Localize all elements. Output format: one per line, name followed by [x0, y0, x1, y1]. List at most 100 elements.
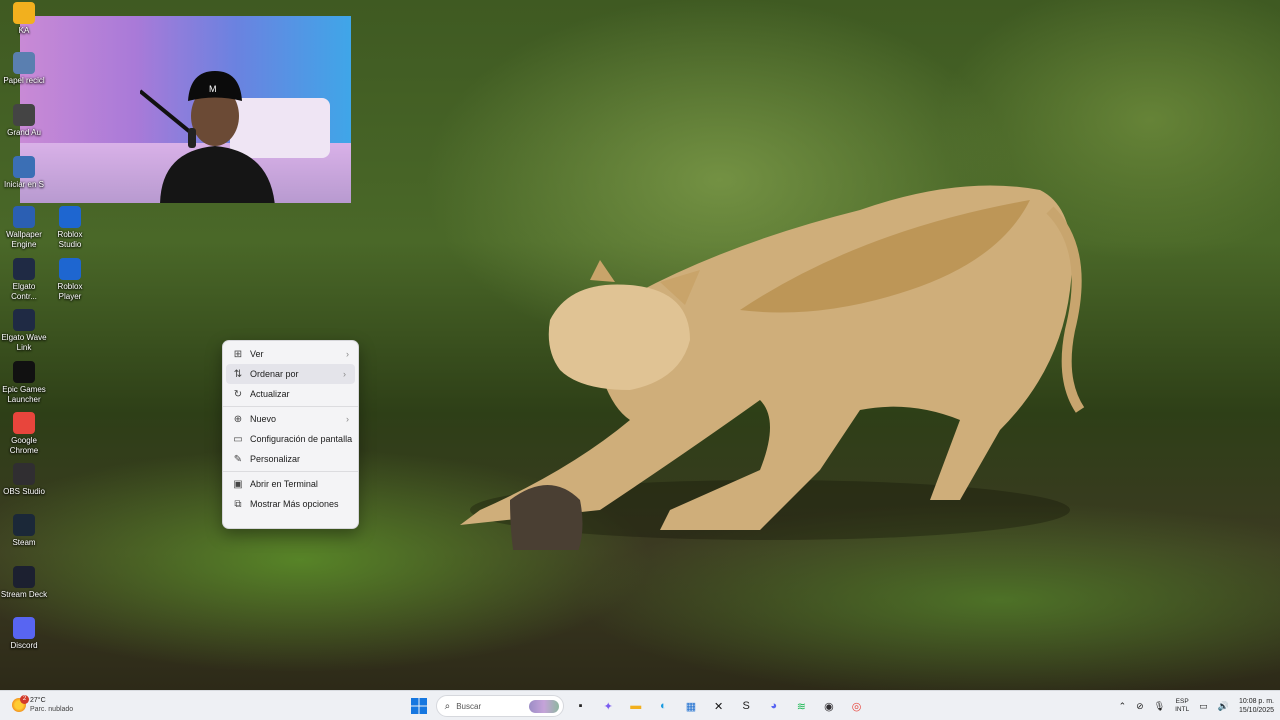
- desktop-icon[interactable]: Steam: [0, 514, 48, 548]
- steam-icon: [13, 514, 35, 536]
- menu-item[interactable]: ▭ Configuración de pantalla: [223, 429, 358, 449]
- taskbar-clock[interactable]: 10:08 p. m. 15/10/2025: [1239, 697, 1274, 715]
- language-indicator[interactable]: ESP INTL: [1175, 698, 1189, 714]
- file-explorer-icon[interactable]: ▬: [625, 695, 647, 717]
- desktop-icon-label: Steam: [12, 538, 36, 547]
- desktop-icon[interactable]: Discord: [0, 617, 48, 651]
- desktop-icon[interactable]: Google Chrome: [0, 412, 48, 456]
- taskbar-apps: ⌕ Buscar ▪ ✦ ▬ ◐ ▦ ✕ S ◕ ≋ ◉ ◎: [408, 695, 873, 717]
- weather-widget[interactable]: 2 27°C Parc. nublado: [12, 695, 74, 714]
- desktop-icon[interactable]: Iniciar en S: [0, 156, 48, 190]
- sort-icon: ⇅: [233, 368, 243, 380]
- task-view-icon[interactable]: ▪: [570, 695, 592, 717]
- discord-icon[interactable]: ◕: [763, 695, 785, 717]
- menu-item-label: Actualizar: [250, 389, 290, 399]
- weather-sun-icon: 2: [12, 695, 29, 712]
- menu-item-label: Ordenar por: [250, 369, 299, 379]
- menu-item[interactable]: ▣ Abrir en Terminal: [223, 474, 358, 494]
- desktop-icon-label: Grand Au: [7, 128, 41, 137]
- search-highlight-icon: [528, 700, 559, 713]
- edge-icon[interactable]: ◐: [652, 695, 674, 717]
- search-icon: ⌕: [444, 700, 451, 712]
- desktop-icon[interactable]: Elgato Contr...: [0, 258, 48, 302]
- volume-icon[interactable]: 🔊: [1218, 701, 1229, 712]
- chevron-right-icon: ›: [343, 369, 346, 379]
- desktop-icon[interactable]: Papel recicl: [0, 52, 48, 86]
- start-button[interactable]: [408, 695, 430, 717]
- desktop-icon-label: Epic Games Launcher: [2, 385, 46, 404]
- taskbar: 2 27°C Parc. nublado ⌕ Buscar ▪ ✦ ▬ ◐ ▦ ✕ S ◕ ≋ ◉…: [0, 690, 1280, 720]
- menu-item[interactable]: ⧉ Mostrar Más opciones: [223, 494, 358, 514]
- menu-item[interactable]: ↻ Actualizar: [223, 384, 358, 404]
- menu-separator: [223, 471, 358, 472]
- menu-item-label: Mostrar Más opciones: [250, 499, 339, 509]
- desktop-icon-label: Elgato Wave Link: [1, 333, 47, 352]
- desktop-icon[interactable]: Roblox Studio: [46, 206, 94, 250]
- menu-item[interactable]: ⊞ Ver ›: [223, 344, 358, 364]
- chevron-right-icon: ›: [346, 349, 349, 359]
- chrome-icon: [13, 412, 35, 434]
- desktop-icon-label: Discord: [10, 641, 38, 650]
- chrome-icon[interactable]: ◎: [846, 695, 868, 717]
- desktop-icon-label: OBS Studio: [3, 487, 45, 496]
- personalize-icon: ✎: [233, 453, 243, 465]
- menu-item[interactable]: ✎ Personalizar: [223, 449, 358, 469]
- network-off-icon[interactable]: ⊘: [1136, 701, 1144, 712]
- display-settings-icon: ▭: [233, 433, 243, 445]
- terminal-icon: ▣: [233, 478, 243, 490]
- weather-temp: 27°C: [30, 697, 46, 704]
- app-s-icon[interactable]: S: [735, 695, 757, 717]
- store-icon[interactable]: ▦: [680, 695, 702, 717]
- menu-item[interactable]: ⊕ Nuevo ›: [223, 409, 358, 429]
- menu-item-label: Personalizar: [250, 454, 301, 464]
- desktop-icon[interactable]: Elgato Wave Link: [0, 309, 48, 353]
- clock-date: 15/10/2025: [1238, 707, 1274, 714]
- spotify-icon[interactable]: ≋: [790, 695, 812, 717]
- desktop-icon[interactable]: Grand Au: [0, 104, 48, 138]
- webcam-overlay: M: [20, 16, 351, 203]
- weather-condition: Parc. nublado: [30, 706, 74, 713]
- menu-item-label: Ver: [250, 349, 264, 359]
- microphone-icon[interactable]: 🎙: [1154, 701, 1165, 712]
- taskbar-search[interactable]: ⌕ Buscar: [435, 695, 564, 717]
- search-placeholder: Buscar: [456, 701, 482, 711]
- new-icon: ⊕: [233, 413, 243, 425]
- desktop-icon[interactable]: Roblox Player: [46, 258, 94, 302]
- weather-badge: 2: [20, 695, 29, 704]
- desktop-icon-label: Elgato Contr...: [11, 282, 37, 301]
- desktop-icon-label: Wallpaper Engine: [6, 230, 42, 249]
- more-options-icon: ⧉: [234, 498, 242, 510]
- capcut-icon[interactable]: ✕: [708, 695, 730, 717]
- system-tray: ⌃ ⊘ 🎙 ESP INTL ▭ 🔊 10:08 p. m. 15/10/202…: [1109, 695, 1274, 717]
- desktop-icon[interactable]: KA: [0, 2, 48, 36]
- desktop-icon[interactable]: Wallpaper Engine: [0, 206, 48, 250]
- obs-icon[interactable]: ◉: [818, 695, 840, 717]
- wallpaper-engine-icon: [13, 206, 35, 228]
- folder-icon: [13, 2, 35, 24]
- chevron-right-icon: ›: [346, 414, 349, 424]
- copilot-icon[interactable]: ✦: [597, 695, 619, 717]
- desktop-icon-label: Papel recicl: [3, 76, 45, 85]
- grand-theft-auto-icon: [13, 104, 35, 126]
- obs-icon: [13, 463, 35, 485]
- roblox-player-icon: [59, 258, 81, 280]
- desktop-icon-label: Google Chrome: [9, 436, 39, 455]
- recycle-bin-icon: [13, 52, 35, 74]
- desktop-icon[interactable]: OBS Studio: [0, 463, 48, 497]
- desktop-icon[interactable]: Stream Deck: [0, 566, 48, 600]
- language-top: ESP: [1175, 698, 1189, 705]
- menu-separator: [223, 406, 358, 407]
- desktop-icon-label: Roblox Studio: [57, 230, 83, 249]
- epic-games-icon: [13, 361, 35, 383]
- desktop-icon[interactable]: Epic Games Launcher: [0, 361, 48, 405]
- windows-logo-icon: [411, 698, 427, 714]
- clock-time: 10:08 p. m.: [1238, 698, 1274, 705]
- refresh-icon: ↻: [233, 388, 243, 400]
- menu-item[interactable]: ⇅ Ordenar por ›: [226, 364, 355, 384]
- menu-item-label: Configuración de pantalla: [250, 434, 353, 444]
- discord-icon: [13, 617, 35, 639]
- grid-view-icon: ⊞: [233, 348, 243, 360]
- show-hidden-icons-icon[interactable]: ⌃: [1119, 701, 1127, 712]
- display-icon[interactable]: ▭: [1199, 701, 1208, 712]
- desktop-icon-label: Roblox Player: [57, 282, 83, 301]
